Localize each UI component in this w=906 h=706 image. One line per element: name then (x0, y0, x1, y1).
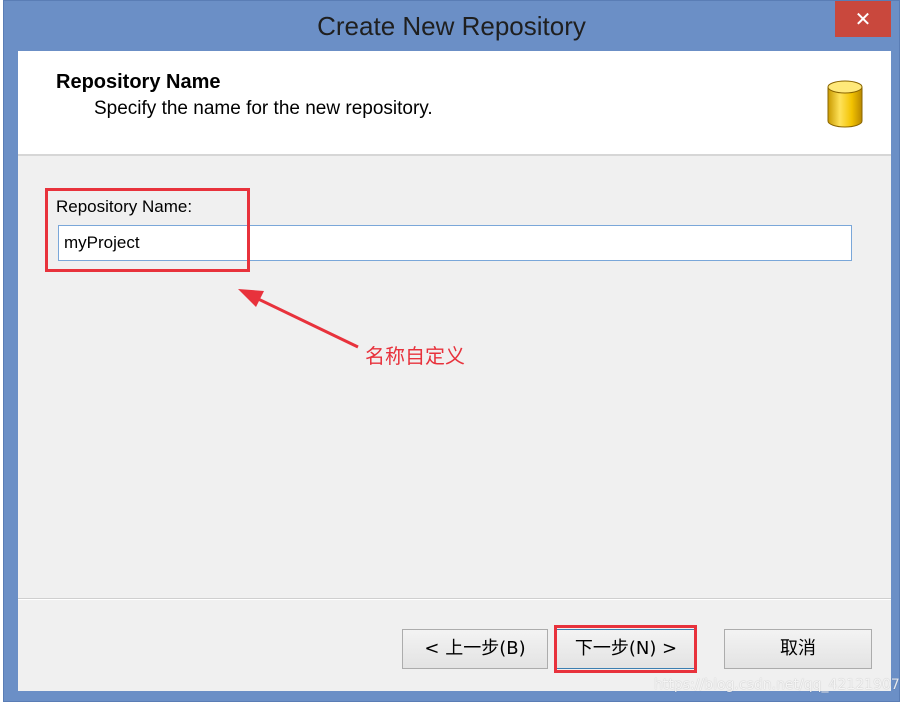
annotation-label: 名称自定义 (365, 344, 465, 368)
highlight-box-next-button (554, 625, 697, 673)
create-repository-dialog: Create New Repository ✕ Repository Name … (3, 0, 900, 702)
header-subtitle: Specify the name for the new repository. (94, 98, 433, 119)
window-title: Create New Repository (317, 11, 586, 41)
wizard-header: Repository Name Specify the name for the… (18, 51, 891, 156)
dialog-client-area: Repository Name Specify the name for the… (18, 51, 891, 691)
close-button[interactable]: ✕ (835, 1, 891, 37)
cancel-button[interactable]: 取消 (724, 629, 872, 669)
title-bar[interactable]: Create New Repository ✕ (4, 1, 899, 51)
footer-divider (18, 598, 891, 600)
close-icon[interactable]: ✕ (835, 1, 891, 37)
watermark-text: https://blog.csdn.net/qq_42121907 (654, 677, 900, 693)
database-icon (827, 80, 863, 128)
header-title: Repository Name (56, 71, 221, 93)
highlight-box-name-field (45, 188, 250, 272)
back-button[interactable]: < 上一步(B) (402, 629, 548, 669)
